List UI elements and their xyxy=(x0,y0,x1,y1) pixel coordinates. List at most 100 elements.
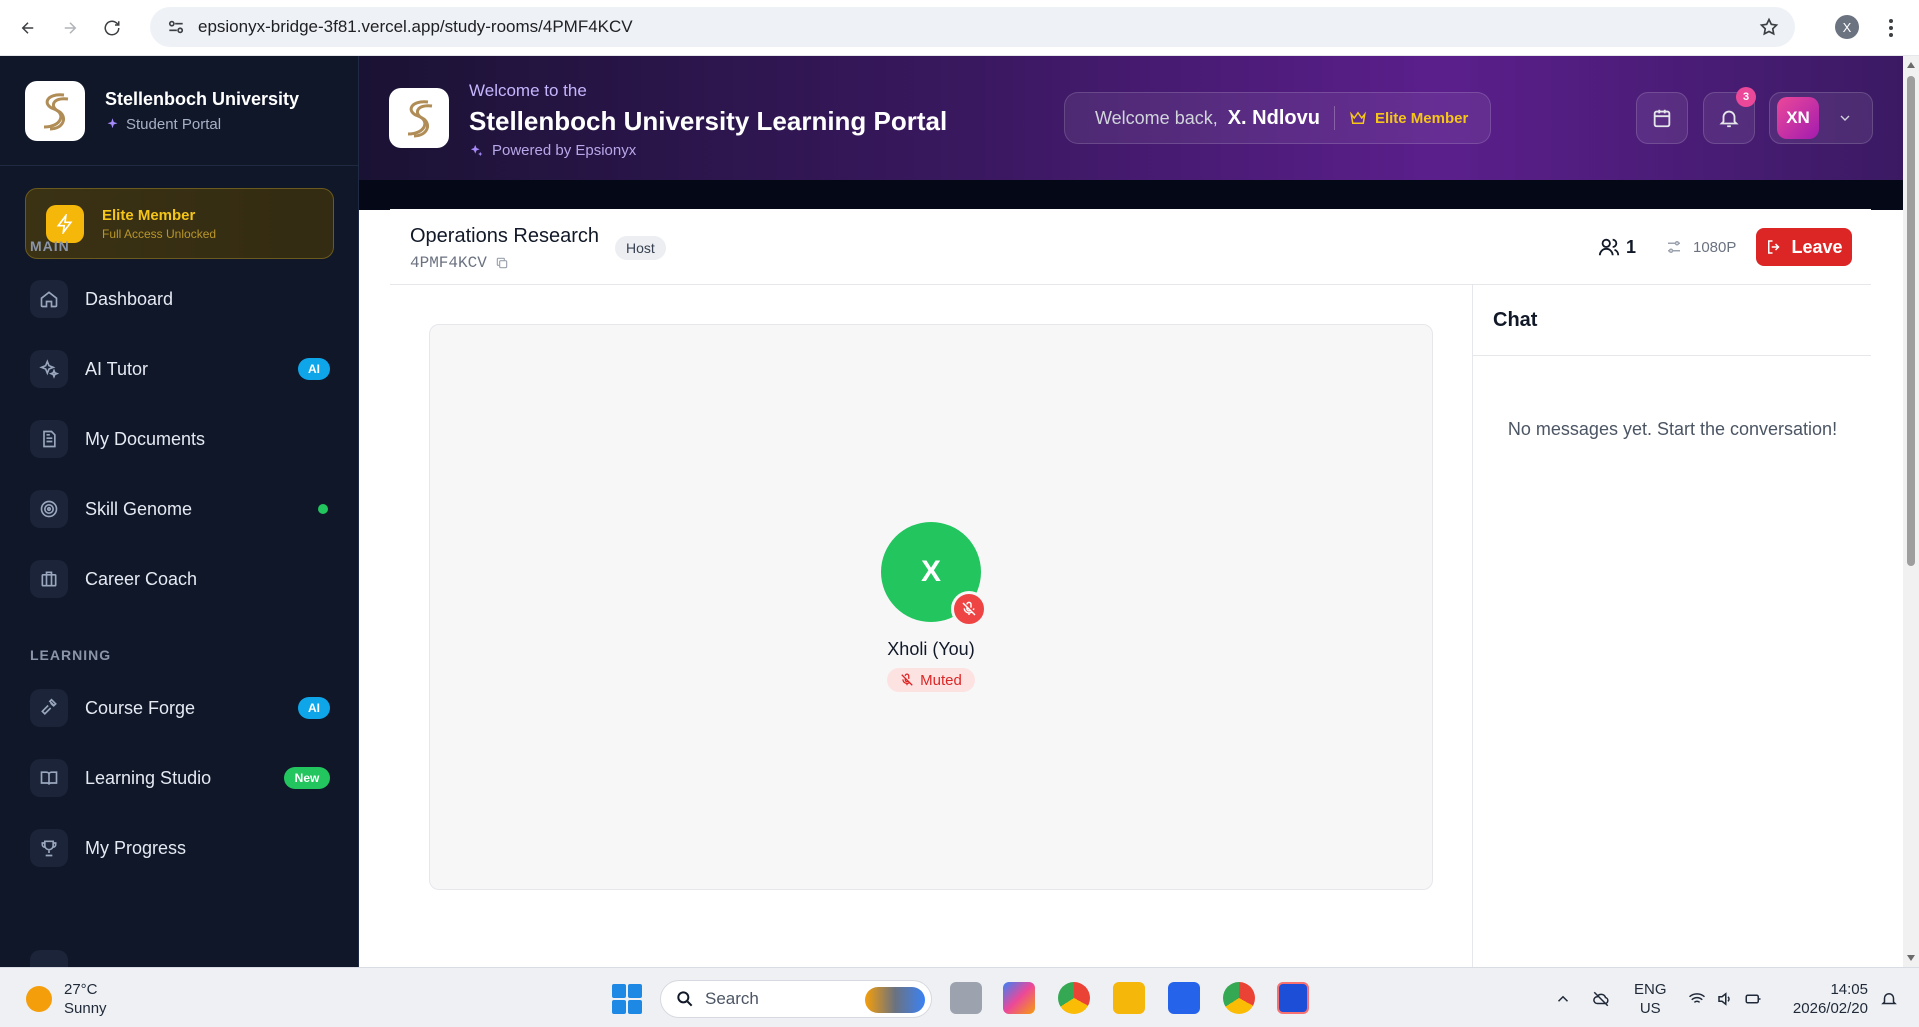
photos-app-icon[interactable] xyxy=(1277,982,1309,1014)
wifi-icon[interactable] xyxy=(1688,990,1706,1008)
microsoft-store-icon[interactable] xyxy=(1168,982,1200,1014)
chat-title: Chat xyxy=(1473,285,1871,356)
address-bar[interactable]: epsionyx-bridge-3f81.vercel.app/study-ro… xyxy=(150,7,1795,47)
divider xyxy=(1333,106,1335,130)
calendar-button[interactable] xyxy=(1636,92,1688,144)
book-icon xyxy=(30,759,68,797)
sparkles-icon xyxy=(107,117,118,128)
chat-panel: Chat No messages yet. Start the conversa… xyxy=(1472,285,1871,967)
copilot-icon[interactable] xyxy=(1003,982,1035,1014)
leave-button[interactable]: Leave xyxy=(1756,228,1852,266)
brand-name: Stellenboch University xyxy=(105,88,300,109)
elite-member-card[interactable]: Elite Member Full Access Unlocked xyxy=(25,188,334,259)
trophy-icon xyxy=(30,829,68,867)
header-bottom-strip xyxy=(359,180,1903,210)
elite-subtitle: Full Access Unlocked xyxy=(102,226,217,241)
notification-count-badge: 3 xyxy=(1736,87,1756,107)
back-button[interactable] xyxy=(14,14,42,42)
page-title: Stellenboch University Learning Portal xyxy=(469,106,948,136)
university-logo xyxy=(25,80,85,141)
status-dot xyxy=(318,504,328,514)
chrome-icon[interactable] xyxy=(1058,982,1090,1014)
browser-toolbar: epsionyx-bridge-3f81.vercel.app/study-ro… xyxy=(0,0,1919,56)
search-icon xyxy=(677,991,693,1007)
participant-count-text: 1 xyxy=(1626,236,1637,257)
sidebar-item-career-coach[interactable]: Career Coach xyxy=(30,558,330,600)
volume-icon[interactable] xyxy=(1716,990,1734,1008)
reload-icon xyxy=(104,20,120,35)
bell-icon xyxy=(1719,110,1739,128)
room-title: Operations Research xyxy=(410,225,599,247)
ai-badge: AI xyxy=(298,358,330,380)
sidebar-item-learning-studio[interactable]: Learning Studio New xyxy=(30,757,330,799)
browser-menu-icon[interactable] xyxy=(1881,16,1901,40)
search-placeholder: Search xyxy=(705,989,759,1008)
brand-subtitle-text: Student Portal xyxy=(126,115,222,133)
user-menu-button[interactable]: XN xyxy=(1769,92,1873,144)
language-indicator[interactable]: ENG US xyxy=(1634,980,1667,1018)
scroll-down-arrow[interactable] xyxy=(1907,955,1915,961)
participant-count[interactable]: 1 xyxy=(1598,236,1636,258)
header-logo[interactable] xyxy=(389,88,449,148)
arrow-left-icon xyxy=(21,21,34,34)
notifications-button[interactable]: 3 xyxy=(1703,87,1756,144)
calendar-icon xyxy=(1653,109,1671,128)
hammer-icon xyxy=(30,689,68,727)
page-scrollbar[interactable] xyxy=(1903,56,1919,967)
role-badge: Host xyxy=(615,236,666,260)
scroll-up-arrow[interactable] xyxy=(1907,62,1915,68)
welcome-subtitle: Welcome to the xyxy=(469,81,587,100)
elite-title: Elite Member xyxy=(102,206,196,224)
clock-date: 2026/02/20 xyxy=(1792,1000,1868,1017)
system-clock[interactable]: 14:05 2026/02/20 xyxy=(1784,980,1868,1018)
sidebar-item-label: Dashboard xyxy=(85,288,174,309)
sidebar-brand[interactable]: Stellenboch University Student Portal xyxy=(0,56,358,166)
sidebar-item-partial[interactable] xyxy=(30,948,330,967)
sparkles-icon xyxy=(470,144,483,157)
sun-icon xyxy=(26,986,52,1012)
sidebar-item-label: Learning Studio xyxy=(85,767,212,788)
mic-off-icon xyxy=(962,601,976,616)
sidebar-item-ai-tutor[interactable]: AI Tutor AI xyxy=(30,348,330,390)
scroll-thumb[interactable] xyxy=(1907,76,1915,566)
sidebar-item-skill-genome[interactable]: Skill Genome xyxy=(30,488,330,530)
sidebar-item-label: My Progress xyxy=(85,837,187,858)
avatar: XN xyxy=(1777,97,1819,139)
browser-profile-avatar[interactable]: X xyxy=(1835,15,1859,39)
site-settings-icon[interactable] xyxy=(166,17,186,37)
cloud-off-icon[interactable] xyxy=(1592,990,1610,1008)
windows-start-icon[interactable] xyxy=(612,984,642,1014)
membership-badge: Elite Member xyxy=(1349,109,1468,127)
chevron-up-icon[interactable] xyxy=(1554,990,1572,1008)
file-explorer-icon[interactable] xyxy=(1113,982,1145,1014)
reload-button[interactable] xyxy=(98,14,126,42)
keyboard-layout: US xyxy=(1639,1000,1661,1017)
portal-header: Welcome to the Stellenboch University Le… xyxy=(359,56,1903,180)
mic-off-icon xyxy=(901,673,913,686)
briefcase-icon xyxy=(30,560,68,598)
task-view-icon[interactable] xyxy=(950,982,982,1014)
forward-button[interactable] xyxy=(56,14,84,42)
sparkles-icon xyxy=(30,350,68,388)
sidebar-item-my-progress[interactable]: My Progress xyxy=(30,827,330,869)
sidebar-item-course-forge[interactable]: Course Forge AI xyxy=(30,687,330,729)
nav-icon-placeholder xyxy=(30,950,68,967)
room-header: Operations Research 4PMF4KCV Host 1 1080… xyxy=(390,209,1871,285)
url-text[interactable]: epsionyx-bridge-3f81.vercel.app/study-ro… xyxy=(198,17,633,37)
video-quality[interactable]: 1080P xyxy=(1665,238,1736,256)
bookmark-star-icon[interactable] xyxy=(1759,17,1779,37)
study-room-panel: Operations Research 4PMF4KCV Host 1 1080… xyxy=(390,209,1871,967)
ai-badge: AI xyxy=(298,697,330,719)
copy-icon[interactable] xyxy=(495,256,509,270)
weather-widget[interactable]: 27°C Sunny xyxy=(26,980,107,1018)
sidebar-item-dashboard[interactable]: Dashboard xyxy=(30,278,330,320)
weather-condition: Sunny xyxy=(64,1000,107,1017)
notification-center-icon[interactable] xyxy=(1880,990,1898,1008)
room-code: 4PMF4KCV xyxy=(410,254,509,272)
chat-empty-message: No messages yet. Start the conversation! xyxy=(1507,419,1838,439)
chrome-profile-icon[interactable] xyxy=(1223,982,1255,1014)
taskbar-search[interactable]: Search xyxy=(660,980,932,1018)
battery-icon[interactable] xyxy=(1744,990,1762,1008)
powered-by-text: Powered by Epsionyx xyxy=(492,142,637,159)
sidebar-item-my-documents[interactable]: My Documents xyxy=(30,418,330,460)
